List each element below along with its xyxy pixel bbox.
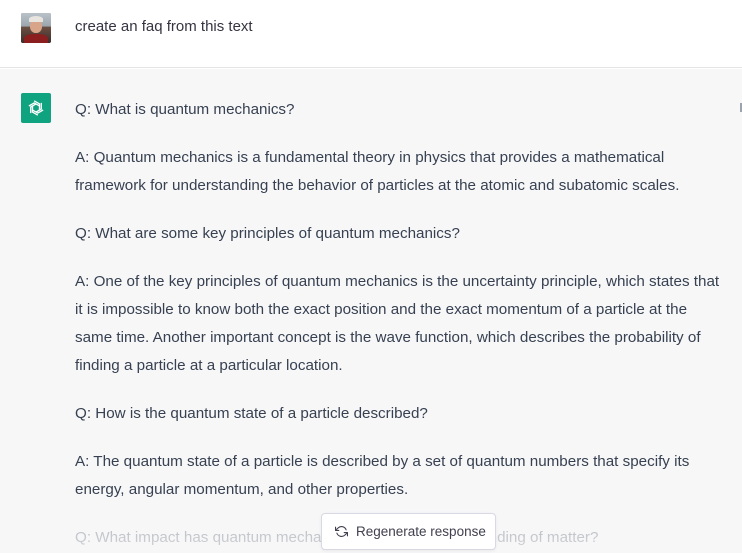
- faq-answer: A: The quantum state of a particle is de…: [75, 453, 690, 498]
- user-avatar: [21, 13, 51, 43]
- assistant-message-row: Q: What is quantum mechanics? A: Quantum…: [0, 69, 742, 553]
- refresh-icon: [334, 525, 348, 539]
- faq-question: Q: What are some key principles of quant…: [75, 225, 460, 242]
- faq-answer: A: One of the key principles of quantum …: [75, 273, 720, 374]
- faq-question: Q: What is quantum mechanics?: [75, 101, 295, 118]
- regenerate-response-button[interactable]: Regenerate response: [321, 513, 496, 550]
- user-message-row: create an faq from this text: [0, 0, 742, 68]
- faq-answer: A: Quantum mechanics is a fundamental th…: [75, 149, 680, 194]
- faq-question: Q: How is the quantum state of a particl…: [75, 405, 428, 422]
- assistant-message-body: Q: What is quantum mechanics? A: Quantum…: [75, 96, 725, 553]
- user-message-text: create an faq from this text: [75, 18, 253, 35]
- openai-logo-icon: [21, 93, 51, 123]
- regenerate-label: Regenerate response: [356, 524, 486, 539]
